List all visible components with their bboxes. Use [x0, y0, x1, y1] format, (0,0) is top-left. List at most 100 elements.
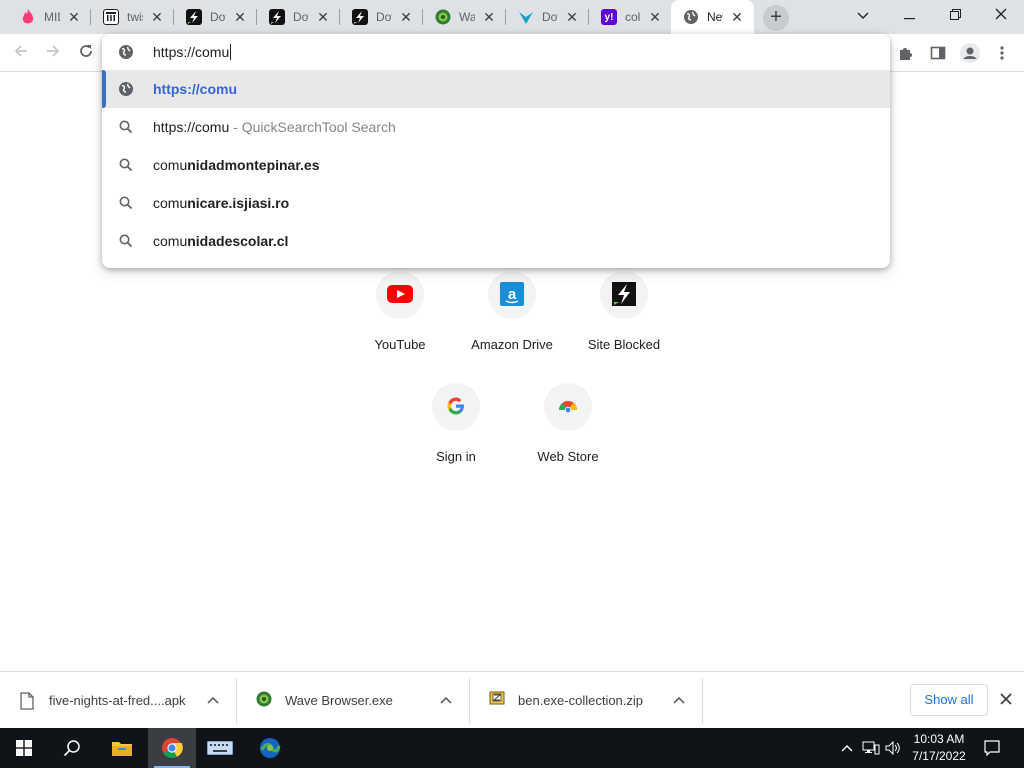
shortcut-tile: a — [488, 271, 536, 319]
suggestion-text: https://comu — [153, 81, 237, 97]
globe-icon — [683, 9, 699, 25]
forward-button[interactable] — [40, 40, 66, 66]
profile-avatar-icon[interactable] — [957, 40, 983, 66]
svg-text:a: a — [508, 286, 517, 303]
reload-button[interactable] — [73, 40, 99, 66]
library-columns-icon — [103, 9, 119, 25]
close-icon[interactable]: ✕ — [233, 10, 247, 24]
close-downloads-bar-icon[interactable] — [996, 689, 1016, 709]
close-icon[interactable]: ✕ — [399, 10, 413, 24]
shortcut-label: Web Store — [537, 449, 599, 464]
suggestion-text: comunidadescolar.cl — [153, 233, 289, 249]
wave-browser-icon[interactable] — [246, 728, 294, 768]
restore-button[interactable] — [932, 0, 978, 30]
download-filename: five-nights-at-fred....apk — [49, 693, 186, 708]
shortcut-label: Amazon Drive — [471, 337, 553, 352]
side-panel-icon[interactable] — [925, 40, 951, 66]
address-bar[interactable]: https://comu — [102, 34, 890, 70]
shortcut-web-store[interactable]: Web Store — [512, 383, 624, 495]
chevron-up-icon[interactable] — [438, 692, 454, 708]
suggestion-search[interactable]: https://comu - QuickSearchTool Search — [102, 108, 890, 146]
tab-2[interactable]: twis ✕ — [91, 0, 174, 34]
tab-new-tab[interactable]: New ✕ — [671, 0, 754, 34]
lightning-bolt-icon — [186, 9, 202, 25]
download-item[interactable]: Wave Browser.exe — [236, 678, 469, 722]
omnibox-dropdown: https://comu https://comu https://comu -… — [102, 34, 890, 268]
close-icon[interactable]: ✕ — [316, 10, 330, 24]
close-icon[interactable]: ✕ — [150, 10, 164, 24]
suggestion-search[interactable]: comunidadmontepinar.es — [102, 146, 890, 184]
tab-6[interactable]: Wav ✕ — [423, 0, 506, 34]
system-clock[interactable]: 10:03 AM 7/17/2022 — [908, 731, 970, 765]
tab-strip: MID ✕ twis ✕ Dov ✕ Dov ✕ Dov ✕ — [0, 0, 1024, 34]
shortcut-site-blocked[interactable]: Site Blocked — [568, 271, 680, 383]
download-item[interactable]: ben.exe-collection.zip — [469, 678, 702, 722]
download-divider — [702, 678, 703, 724]
minimize-button[interactable] — [886, 0, 932, 30]
shortcut-label: Sign in — [436, 449, 476, 464]
close-icon[interactable]: ✕ — [648, 10, 662, 24]
shortcut-amazon-drive[interactable]: a Amazon Drive — [456, 271, 568, 383]
volume-icon[interactable] — [883, 728, 905, 768]
shortcut-tile — [544, 383, 592, 431]
suggestion-url[interactable]: https://comu — [102, 70, 890, 108]
lightning-bolt-icon — [352, 9, 368, 25]
tinder-flame-icon — [20, 9, 36, 25]
download-filename: ben.exe-collection.zip — [518, 693, 644, 708]
tab-search-chevron-icon[interactable] — [840, 0, 886, 30]
tab-title: twis — [127, 10, 143, 24]
tab-8[interactable]: y! coll ✕ — [589, 0, 672, 34]
shortcut-label: Site Blocked — [587, 337, 661, 352]
zip-archive-icon — [489, 690, 505, 708]
search-icon — [118, 233, 134, 249]
tab-title: Dov — [376, 10, 392, 24]
tab-title: New — [707, 10, 723, 24]
new-tab-button[interactable]: + — [763, 5, 789, 31]
youtube-icon — [387, 284, 413, 306]
menu-kebab-icon[interactable] — [989, 40, 1015, 66]
shortcut-sign-in[interactable]: Sign in — [400, 383, 512, 495]
back-button[interactable] — [8, 40, 34, 66]
network-icon[interactable] — [860, 728, 882, 768]
taskbar-search-icon[interactable] — [48, 728, 96, 768]
selection-indicator — [102, 70, 106, 108]
chevron-up-icon[interactable] — [205, 692, 221, 708]
chrome-web-store-icon — [557, 396, 579, 419]
shortcut-tile — [432, 383, 480, 431]
tab-4[interactable]: Dov ✕ — [257, 0, 340, 34]
download-item[interactable]: five-nights-at-fred....apk — [0, 678, 236, 722]
suggestion-search[interactable]: comunidadescolar.cl — [102, 222, 890, 260]
tab-title: Wav — [459, 10, 475, 24]
shortcut-tile — [600, 271, 648, 319]
wave-browser-icon — [435, 9, 451, 25]
download-filename: Wave Browser.exe — [285, 693, 393, 708]
tab-1[interactable]: MID ✕ — [8, 0, 91, 34]
show-all-button[interactable]: Show all — [910, 684, 988, 716]
clock-time: 10:03 AM — [913, 732, 965, 746]
chevron-up-icon[interactable] — [671, 692, 687, 708]
lightning-bolt-icon — [612, 281, 636, 309]
tab-3[interactable]: Dov ✕ — [174, 0, 257, 34]
shortcut-tile — [376, 271, 424, 319]
tab-5[interactable]: Dov ✕ — [340, 0, 423, 34]
shortcut-youtube[interactable]: YouTube — [344, 271, 456, 383]
show-hidden-icons-chevron-icon[interactable] — [836, 728, 858, 768]
suggestion-search[interactable]: comunicare.isjiasi.ro — [102, 184, 890, 222]
downloads-bar: five-nights-at-fred....apk Wave Browser.… — [0, 671, 1024, 728]
address-input[interactable]: https://comu — [153, 44, 232, 60]
tab-7[interactable]: Dov ✕ — [506, 0, 589, 34]
windows-start-icon[interactable] — [0, 728, 48, 768]
close-icon[interactable]: ✕ — [482, 10, 496, 24]
clock-date: 7/17/2022 — [912, 749, 966, 763]
close-window-button[interactable] — [978, 0, 1024, 30]
close-icon[interactable]: ✕ — [565, 10, 579, 24]
chrome-taskbar-icon[interactable] — [148, 728, 196, 768]
file-explorer-icon[interactable] — [98, 728, 146, 768]
keyboard-icon[interactable] — [196, 728, 244, 768]
search-icon — [118, 119, 134, 135]
close-icon[interactable]: ✕ — [730, 10, 744, 24]
wave-browser-icon — [256, 691, 272, 709]
notification-center-icon[interactable] — [978, 728, 1006, 768]
close-icon[interactable]: ✕ — [67, 10, 81, 24]
extensions-puzzle-icon[interactable] — [893, 40, 919, 66]
